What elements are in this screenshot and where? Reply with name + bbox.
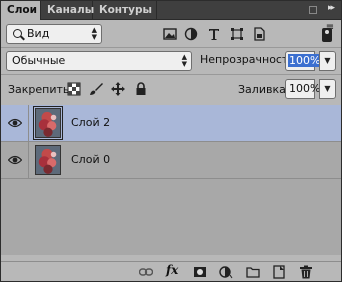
panel-close-icon[interactable] bbox=[309, 6, 317, 14]
divider bbox=[1, 74, 341, 75]
fill-input[interactable]: 100% bbox=[285, 79, 320, 99]
layer-thumbnail bbox=[35, 145, 61, 175]
blend-mode-select[interactable]: Обычные ▲ ▼ bbox=[6, 51, 192, 71]
adjustment-layer-icon[interactable] bbox=[219, 265, 233, 279]
updown-arrows-icon: ▲ ▼ bbox=[91, 26, 97, 41]
fill-label: Заливка: bbox=[238, 83, 290, 96]
panel-body: ≡ Вид ▲▼ Об bbox=[1, 20, 341, 281]
eye-icon bbox=[8, 155, 22, 165]
filter-kind-select[interactable]: Вид ▲ ▼ bbox=[6, 24, 102, 44]
new-group-icon[interactable] bbox=[246, 265, 260, 279]
filter-kind-label: Вид bbox=[27, 27, 50, 40]
opacity-dropdown-button[interactable]: ▼ bbox=[319, 51, 336, 71]
panel-tab-bar: Слои Каналы Контуры ▸▸ bbox=[1, 1, 341, 21]
divider bbox=[1, 47, 341, 48]
filter-toggle-switch[interactable] bbox=[322, 28, 332, 42]
lock-position-icon[interactable] bbox=[111, 82, 125, 96]
visibility-toggle[interactable] bbox=[1, 142, 29, 178]
blend-mode-value: Обычные bbox=[12, 54, 66, 67]
layers-list: Слой 2 Слой 0 bbox=[1, 105, 341, 255]
tab-layers[interactable]: Слои bbox=[1, 1, 41, 21]
eye-icon bbox=[8, 118, 22, 128]
layers-panel: Слои Каналы Контуры ▸▸ ≡ Вид ▲▼ bbox=[0, 0, 342, 282]
layer-name: Слой 0 bbox=[71, 153, 111, 166]
tab-paths[interactable]: Контуры bbox=[93, 1, 157, 20]
layer-row-0[interactable]: Слой 0 bbox=[1, 142, 341, 179]
adjustment-filter-icon[interactable] bbox=[184, 27, 198, 41]
search-icon bbox=[13, 29, 22, 38]
new-layer-icon[interactable] bbox=[272, 265, 286, 279]
lock-pixels-icon[interactable] bbox=[89, 82, 103, 96]
opacity-label: Непрозрачность: bbox=[200, 53, 299, 66]
lock-all-icon[interactable] bbox=[134, 82, 148, 96]
layer-thumbnail bbox=[33, 106, 63, 140]
visibility-toggle[interactable] bbox=[1, 105, 29, 141]
type-filter-icon[interactable] bbox=[207, 27, 221, 41]
tab-channels[interactable]: Каналы bbox=[41, 1, 94, 20]
panel-footer: fx bbox=[1, 261, 341, 281]
updown-arrows-icon: ▲ ▼ bbox=[181, 53, 187, 68]
fill-value: 100% bbox=[289, 82, 321, 95]
lock-label: Закрепить: bbox=[8, 83, 74, 96]
opacity-input[interactable]: 100% bbox=[285, 51, 322, 71]
smart-object-filter-icon[interactable] bbox=[252, 27, 266, 41]
fx-icon[interactable]: fx bbox=[166, 263, 186, 277]
add-mask-icon[interactable] bbox=[193, 265, 207, 279]
layer-row-2[interactable]: Слой 2 bbox=[1, 105, 341, 142]
layer-name: Слой 2 bbox=[71, 116, 111, 129]
lock-transparent-icon[interactable] bbox=[67, 82, 81, 96]
collapse-panel-icon[interactable]: ▸▸ bbox=[328, 3, 335, 13]
opacity-value: 100% bbox=[288, 54, 322, 67]
link-layers-icon[interactable] bbox=[139, 265, 153, 279]
fill-dropdown-button[interactable]: ▼ bbox=[319, 79, 336, 99]
delete-layer-icon[interactable] bbox=[299, 265, 313, 279]
shape-filter-icon[interactable] bbox=[230, 27, 244, 41]
image-filter-icon[interactable] bbox=[163, 27, 177, 41]
